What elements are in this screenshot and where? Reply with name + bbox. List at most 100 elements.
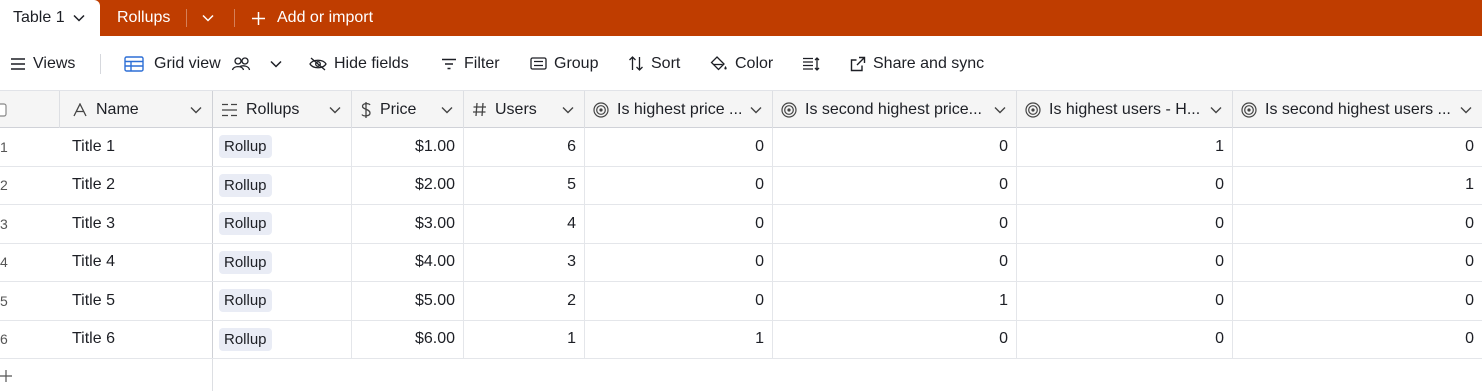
- cell-value: 5: [567, 176, 576, 194]
- cell-price[interactable]: $3.00: [352, 205, 464, 243]
- column-header-is-second-highest-price[interactable]: Is second highest price...: [773, 91, 1017, 128]
- cell-users[interactable]: 6: [464, 128, 585, 166]
- tab-rollups[interactable]: Rollups: [117, 0, 170, 36]
- share-and-sync-button[interactable]: Share and sync: [850, 36, 984, 91]
- column-header-name[interactable]: Name: [60, 91, 213, 128]
- chevron-down-icon[interactable]: [73, 9, 85, 27]
- cell-c4[interactable]: 0: [1233, 282, 1482, 320]
- cell-c2[interactable]: 0: [773, 128, 1017, 166]
- color-button[interactable]: Color: [710, 36, 773, 91]
- group-icon: [530, 57, 547, 70]
- column-label: Price: [380, 100, 417, 118]
- link-icon: [221, 103, 238, 117]
- chevron-down-icon[interactable]: [562, 106, 574, 114]
- cell-c3[interactable]: 0: [1017, 320, 1233, 358]
- cell-price[interactable]: $4.00: [352, 243, 464, 281]
- cell-c3[interactable]: 1: [1017, 128, 1233, 166]
- cell-c4[interactable]: 0: [1233, 205, 1482, 243]
- cell-value: Title 2: [72, 176, 115, 194]
- cell-rollup[interactable]: Rollup: [213, 128, 352, 166]
- add-or-import-button[interactable]: Add or import: [251, 0, 373, 36]
- table-row[interactable]: 1 Title 1 Rollup $1.00 6 0 0 1 0: [0, 128, 1482, 167]
- add-row-button[interactable]: [0, 369, 12, 386]
- cell-c2[interactable]: 1: [773, 282, 1017, 320]
- cell-rollup[interactable]: Rollup: [213, 205, 352, 243]
- grid-view-button[interactable]: Grid view: [124, 36, 289, 91]
- cell-price[interactable]: $2.00: [352, 166, 464, 204]
- column-header-is-highest-users[interactable]: Is highest users - H...: [1017, 91, 1233, 128]
- cell-c1[interactable]: 0: [585, 166, 773, 204]
- cell-users[interactable]: 3: [464, 243, 585, 281]
- select-all-checkbox-cell[interactable]: [0, 91, 60, 128]
- cell-users[interactable]: 1: [464, 320, 585, 358]
- table-row[interactable]: 3 Title 3 Rollup $3.00 4 0 0 0 0: [0, 205, 1482, 244]
- cell-c1[interactable]: 0: [585, 205, 773, 243]
- group-button[interactable]: Group: [530, 36, 598, 91]
- cell-name[interactable]: Title 6: [60, 320, 213, 358]
- column-header-users[interactable]: Users: [464, 91, 585, 128]
- cell-c1[interactable]: 1: [585, 320, 773, 358]
- table-row[interactable]: 2 Title 2 Rollup $2.00 5 0 0 0 1: [0, 166, 1482, 205]
- cell-price[interactable]: $6.00: [352, 320, 464, 358]
- table-row[interactable]: 6 Title 6 Rollup $6.00 1 1 0 0 0: [0, 320, 1482, 359]
- cell-rollup[interactable]: Rollup: [213, 166, 352, 204]
- table-row[interactable]: 5 Title 5 Rollup $5.00 2 0 1 0 0: [0, 282, 1482, 321]
- cell-c4[interactable]: 0: [1233, 244, 1482, 282]
- column-label: Name: [96, 100, 139, 118]
- column-header-is-highest-price[interactable]: Is highest price ...: [585, 91, 773, 128]
- cell-c3[interactable]: 0: [1017, 243, 1233, 281]
- filter-button[interactable]: Filter: [441, 36, 500, 91]
- cell-name[interactable]: Title 1: [60, 128, 213, 166]
- cell-c3[interactable]: 0: [1017, 205, 1233, 243]
- hide-fields-button[interactable]: Hide fields: [309, 36, 409, 91]
- cell-name[interactable]: Title 5: [60, 282, 213, 320]
- cell-name[interactable]: Title 4: [60, 243, 213, 281]
- cell-users[interactable]: 4: [464, 205, 585, 243]
- cell-name[interactable]: Title 3: [60, 205, 213, 243]
- cell-c1[interactable]: 0: [585, 128, 773, 166]
- views-button[interactable]: Views: [10, 36, 75, 91]
- chevron-down-icon[interactable]: [1210, 106, 1222, 114]
- cell-c1[interactable]: 0: [585, 282, 773, 320]
- sort-label: Sort: [651, 54, 681, 72]
- cell-c4[interactable]: 0: [1233, 321, 1482, 359]
- chevron-down-icon[interactable]: [1460, 106, 1472, 114]
- chevron-down-icon[interactable]: [190, 106, 202, 114]
- cell-price[interactable]: $1.00: [352, 128, 464, 166]
- chevron-down-icon[interactable]: [202, 0, 214, 36]
- cell-c3[interactable]: 0: [1017, 166, 1233, 204]
- chevron-down-icon[interactable]: [750, 106, 762, 114]
- cell-users[interactable]: 5: [464, 166, 585, 204]
- cell-price[interactable]: $5.00: [352, 282, 464, 320]
- sort-icon: [629, 56, 643, 71]
- chevron-down-icon[interactable]: [994, 106, 1006, 114]
- cell-users[interactable]: 2: [464, 282, 585, 320]
- cell-rollup[interactable]: Rollup: [213, 320, 352, 358]
- cell-c3[interactable]: 0: [1017, 282, 1233, 320]
- cell-c4[interactable]: 1: [1233, 167, 1482, 205]
- column-header-is-second-highest-users[interactable]: Is second highest users ...: [1233, 91, 1482, 128]
- row-height-button[interactable]: [802, 36, 827, 91]
- sort-button[interactable]: Sort: [628, 36, 680, 91]
- chevron-down-icon[interactable]: [329, 106, 341, 114]
- chevron-down-icon[interactable]: [441, 106, 453, 114]
- color-label: Color: [735, 54, 774, 72]
- column-header-price[interactable]: Price: [352, 91, 464, 128]
- cell-rollup[interactable]: Rollup: [213, 243, 352, 281]
- table-row[interactable]: 4 Title 4 Rollup $4.00 3 0 0 0 0: [0, 243, 1482, 282]
- cell-value: $4.00: [414, 253, 455, 271]
- tab-table-1[interactable]: Table 1: [0, 0, 100, 36]
- cell-c4[interactable]: 0: [1233, 128, 1482, 166]
- cell-c2[interactable]: 0: [773, 320, 1017, 358]
- cell-name[interactable]: Title 2: [60, 166, 213, 204]
- cell-c2[interactable]: 0: [773, 205, 1017, 243]
- cell-c1[interactable]: 0: [585, 243, 773, 281]
- cell-c2[interactable]: 0: [773, 243, 1017, 281]
- checkbox-icon[interactable]: [0, 102, 7, 117]
- column-header-rollups[interactable]: Rollups: [213, 91, 352, 128]
- cell-c2[interactable]: 0: [773, 166, 1017, 204]
- cell-rollup[interactable]: Rollup: [213, 282, 352, 320]
- chevron-down-icon: [270, 60, 282, 68]
- eye-off-icon: [309, 57, 327, 70]
- formula-icon: [1241, 101, 1257, 118]
